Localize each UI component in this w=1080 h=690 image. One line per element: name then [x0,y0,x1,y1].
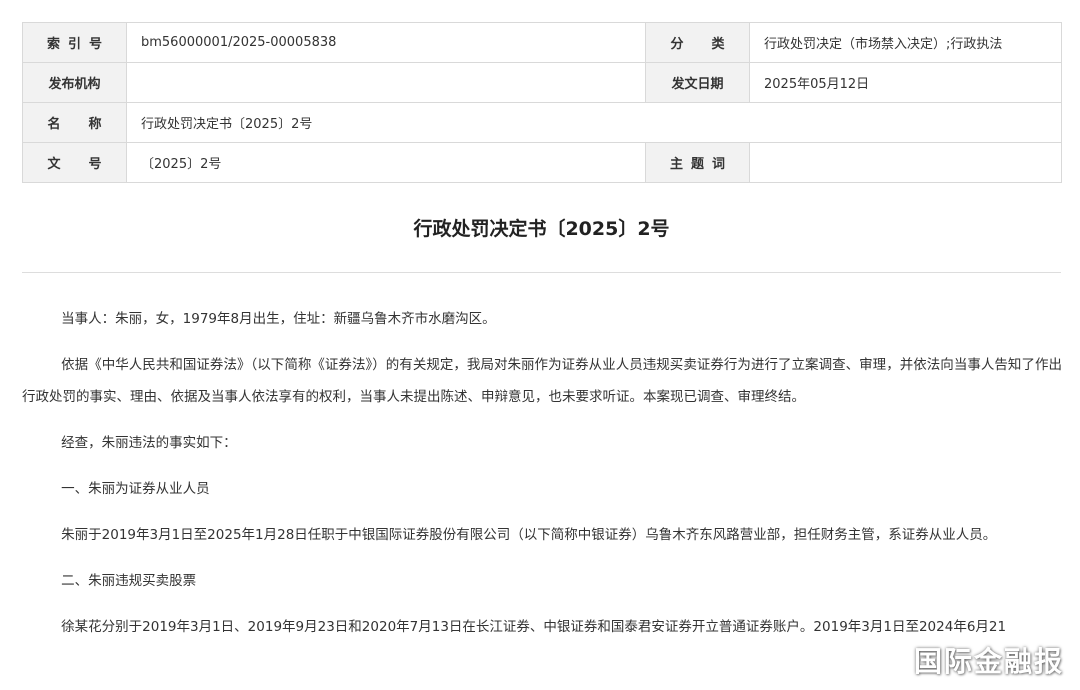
paragraph-party: 当事人：朱丽，女，1979年8月出生，住址：新疆乌鲁木齐市水磨沟区。 [61,311,496,327]
document-metadata-table: 索引号 bm56000001/2025-00005838 分类 行政处罚决定（市… [22,22,1062,183]
metadata-row-index: 索引号 bm56000001/2025-00005838 分类 行政处罚决定（市… [22,22,1062,63]
index-label: 索引号 [22,22,127,63]
docnum-label: 文号 [22,142,127,183]
date-value: 2025年05月12日 [749,62,1062,103]
metadata-row-name: 名称 行政处罚决定书〔2025〕2号 [22,102,1062,143]
docnum-value: 〔2025〕2号 [126,142,646,183]
index-value: bm56000001/2025-00005838 [126,22,646,63]
name-value: 行政处罚决定书〔2025〕2号 [126,102,1062,143]
metadata-row-docnum: 文号 〔2025〕2号 主题词 [22,142,1062,183]
paragraph-accounts: 徐某花分别于2019年3月1日、2019年9月23日和2020年7月13日在长江… [61,619,1007,635]
category-label: 分类 [645,22,750,63]
name-label: 名称 [22,102,127,143]
section-heading-1: 一、朱丽为证券从业人员 [61,481,210,497]
issuer-label: 发布机构 [22,62,127,103]
metadata-row-issuer: 发布机构 发文日期 2025年05月12日 [22,62,1062,103]
paragraph-findings-intro: 经查，朱丽违法的事实如下： [61,435,237,451]
paragraph-basis: 依据《中华人民共和国证券法》（以下简称《证券法》）的有关规定，我局对朱丽作为证券… [22,357,1062,405]
category-value: 行政处罚决定（市场禁入决定）;行政执法 [749,22,1062,63]
paragraph-employment: 朱丽于2019年3月1日至2025年1月28日任职于中银国际证券股份有限公司（以… [61,527,997,543]
issuer-value [126,62,646,103]
document-body: 当事人：朱丽，女，1979年8月出生，住址：新疆乌鲁木齐市水磨沟区。 依据《中华… [22,303,1062,657]
keywords-label: 主题词 [645,142,750,183]
date-label: 发文日期 [645,62,750,103]
section-heading-2: 二、朱丽违规买卖股票 [61,573,197,589]
watermark-logo: 国际金融报 [913,645,1064,678]
keywords-value [749,142,1062,183]
document-title: 行政处罚决定书〔2025〕2号 [413,218,670,240]
title-divider [22,272,1061,273]
